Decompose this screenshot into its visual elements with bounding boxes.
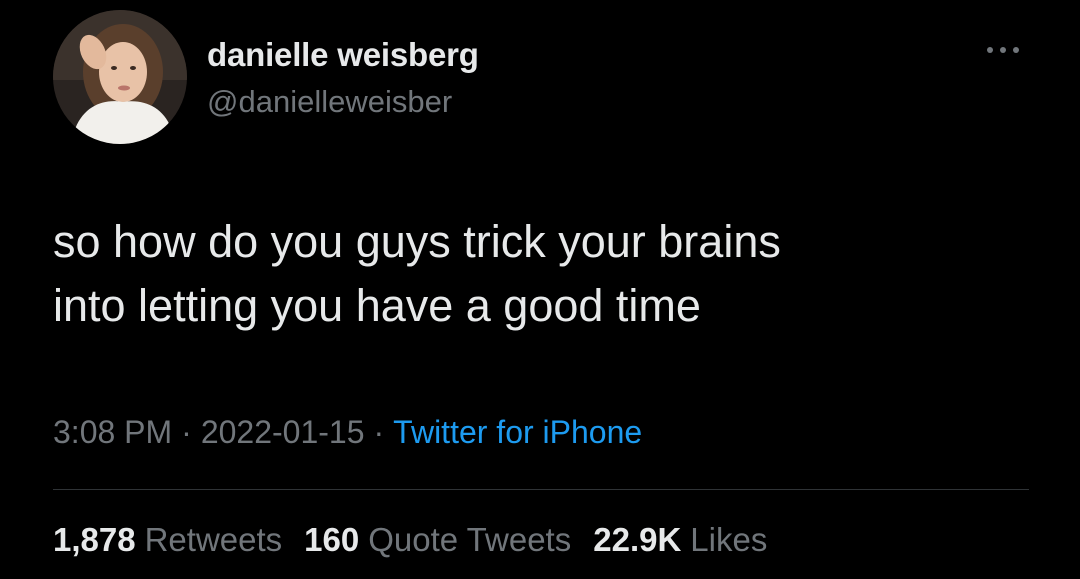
retweets-count: 1,878 (53, 521, 136, 558)
separator: · (181, 414, 192, 450)
retweets-stat[interactable]: 1,878 Retweets (53, 521, 282, 559)
quote-tweets-stat[interactable]: 160 Quote Tweets (304, 521, 571, 559)
profile-photo-icon (53, 10, 187, 144)
quote-tweets-count: 160 (304, 521, 360, 558)
tweet-text-line: so how do you guys trick your brains (53, 216, 781, 267)
likes-count: 22.9K (593, 521, 682, 558)
author-display-name[interactable]: danielle weisberg (207, 36, 479, 74)
tweet-text-line: into letting you have a good time (53, 280, 701, 331)
tweet-card: danielle weisberg @danielleweisber so ho… (0, 0, 1080, 579)
likes-stat[interactable]: 22.9K Likes (593, 521, 767, 559)
divider (53, 489, 1029, 490)
likes-label: Likes (690, 521, 768, 558)
tweet-date[interactable]: 2022-01-15 (201, 414, 365, 450)
separator: · (373, 414, 385, 450)
tweet-time[interactable]: 3:08 PM (53, 414, 172, 450)
dot (1000, 47, 1006, 53)
engagement-stats: 1,878 Retweets 160 Quote Tweets 22.9K Likes (53, 521, 789, 559)
tweet-source-link[interactable]: Twitter for iPhone (393, 414, 642, 450)
tweet-metadata: 3:08 PM · 2022-01-15 · Twitter for iPhone (53, 414, 642, 451)
author-handle[interactable]: @danielleweisber (207, 84, 452, 120)
dot (1013, 47, 1019, 53)
tweet-text: so how do you guys trick your brains int… (53, 210, 1013, 338)
avatar[interactable] (53, 10, 187, 144)
more-options-icon[interactable] (987, 38, 1019, 62)
retweets-label: Retweets (144, 521, 283, 558)
dot (987, 47, 993, 53)
quote-tweets-label: Quote Tweets (368, 521, 572, 558)
